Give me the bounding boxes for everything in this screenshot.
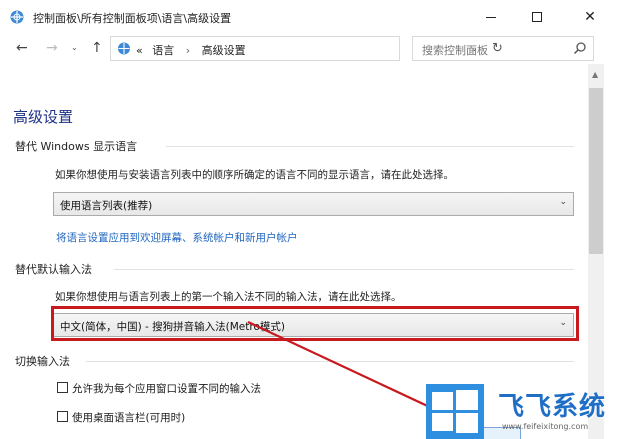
watermark-url: www.feifeixitong.com bbox=[502, 422, 589, 431]
search-icon[interactable] bbox=[573, 41, 587, 55]
control-panel-icon bbox=[10, 10, 24, 24]
display-language-description: 如果你想使用与安装语言列表中的顺序所确定的语言不同的显示语言，请在此处选择。 bbox=[55, 169, 454, 181]
highlight-box bbox=[51, 306, 579, 341]
checkbox[interactable] bbox=[57, 382, 68, 393]
close-button[interactable]: ✕ bbox=[560, 0, 620, 34]
display-language-value: 使用语言列表(推荐) bbox=[60, 200, 153, 212]
breadcrumb-overflow[interactable]: « bbox=[136, 44, 143, 57]
title-bar: 控制面板\所有控制面板项\语言\高级设置 ✕ bbox=[0, 0, 624, 34]
minimize-icon bbox=[486, 16, 496, 18]
back-arrow-icon[interactable]: ← bbox=[16, 40, 28, 56]
window-title: 控制面板\所有控制面板项\语言\高级设置 bbox=[33, 12, 232, 25]
per-app-input-option[interactable]: 允许我为每个应用窗口设置不同的输入法 bbox=[57, 381, 261, 396]
section-divider bbox=[114, 269, 574, 270]
display-language-heading: 替代 Windows 显示语言 bbox=[15, 140, 138, 153]
page-title: 高级设置 bbox=[13, 108, 74, 126]
chevron-down-icon: ⌄ bbox=[559, 197, 567, 207]
desktop-language-bar-label: 使用桌面语言栏(可用时) bbox=[72, 412, 186, 424]
scroll-up-icon[interactable]: ▲ bbox=[592, 70, 598, 79]
display-language-select[interactable]: 使用语言列表(推荐) ⌄ bbox=[53, 192, 574, 216]
per-app-input-label: 允许我为每个应用窗口设置不同的输入法 bbox=[72, 383, 261, 395]
input-method-description: 如果你想使用与语言列表上的第一个输入法不同的输入法，请在此处选择。 bbox=[55, 291, 402, 303]
desktop-language-bar-option[interactable]: 使用桌面语言栏(可用时) bbox=[57, 410, 185, 425]
maximize-button[interactable] bbox=[514, 0, 560, 34]
scroll-thumb[interactable] bbox=[589, 88, 603, 254]
switch-input-heading: 切换输入法 bbox=[15, 355, 70, 368]
main-content: 高级设置 替代 Windows 显示语言 如果你想使用与安装语言列表中的顺序所确… bbox=[0, 64, 588, 439]
close-icon: ✕ bbox=[584, 9, 596, 25]
section-divider bbox=[86, 361, 574, 362]
input-method-heading: 替代默认输入法 bbox=[15, 263, 92, 276]
checkbox[interactable] bbox=[57, 411, 68, 422]
apply-to-welcome-screen-link[interactable]: 将语言设置应用到欢迎屏幕、系统帐户和新用户帐户 bbox=[56, 230, 298, 245]
breadcrumb-item-language[interactable]: 语言 bbox=[152, 44, 174, 57]
windows-logo-icon bbox=[426, 384, 484, 439]
watermark: 飞飞系统 www.feifeixitong.com bbox=[426, 384, 624, 439]
minimize-button[interactable] bbox=[468, 0, 514, 34]
search-input[interactable]: 搜索控制面板 bbox=[412, 36, 594, 61]
search-placeholder: 搜索控制面板 bbox=[422, 44, 488, 57]
section-divider bbox=[166, 146, 574, 147]
recent-locations-chevron-icon[interactable]: ⌄ bbox=[71, 43, 78, 52]
breadcrumb-separator: › bbox=[185, 44, 191, 57]
vertical-scrollbar[interactable]: ▲ bbox=[588, 64, 604, 439]
forward-arrow-icon[interactable]: → bbox=[46, 40, 58, 56]
breadcrumb-item-advanced[interactable]: 高级设置 bbox=[202, 44, 246, 57]
maximize-icon bbox=[532, 12, 542, 22]
breadcrumb: « 语言 › 高级设置 bbox=[136, 42, 246, 58]
watermark-title: 飞飞系统 bbox=[498, 392, 607, 422]
address-bar[interactable]: « 语言 › 高级设置 ⌄ ↻ bbox=[110, 36, 503, 61]
up-arrow-icon[interactable]: ↑ bbox=[91, 40, 103, 56]
control-panel-icon bbox=[118, 42, 130, 55]
